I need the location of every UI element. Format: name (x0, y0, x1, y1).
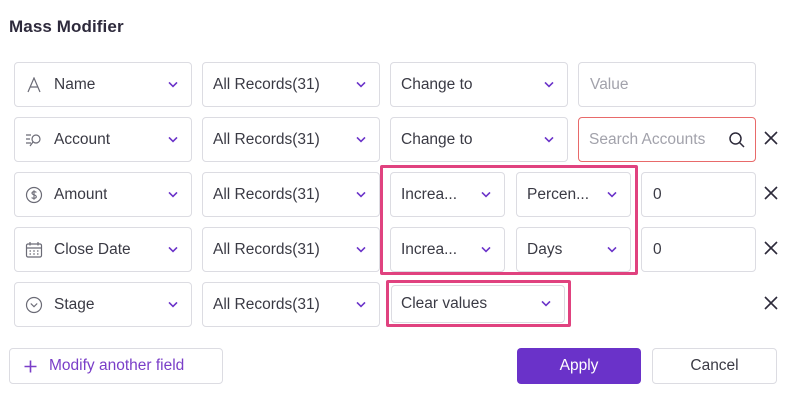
chevron-down-icon (606, 243, 618, 255)
close-date-value-input[interactable]: 0 (641, 227, 756, 272)
close-icon[interactable] (763, 295, 779, 311)
scope-select-account[interactable]: All Records(31) (202, 117, 380, 162)
field-select-close-date[interactable]: Close Date (14, 227, 192, 272)
value-input-name[interactable]: Value (578, 62, 756, 107)
chevron-down-icon (167, 298, 179, 310)
unit-select-amount[interactable]: Percen... (516, 172, 631, 217)
modify-another-field-button[interactable]: Modify another field (9, 348, 223, 384)
action-select-close-date[interactable]: Increa... (390, 227, 505, 272)
action-select-amount[interactable]: Increa... (390, 172, 505, 217)
chevron-down-icon (355, 243, 367, 255)
chevron-down-icon (167, 188, 179, 200)
close-icon[interactable] (763, 130, 779, 146)
chevron-down-icon (543, 133, 555, 145)
scope-select-stage[interactable]: All Records(31) (202, 282, 380, 327)
chevron-down-icon (543, 78, 555, 90)
plus-icon (24, 360, 37, 373)
action-select-name[interactable]: Change to (390, 62, 568, 107)
apply-button[interactable]: Apply (517, 348, 641, 384)
chevron-down-icon (167, 133, 179, 145)
chevron-down-icon (480, 188, 492, 200)
chevron-down-icon (606, 188, 618, 200)
chevron-down-icon (167, 78, 179, 90)
currency-icon (24, 185, 44, 205)
chevron-down-icon (355, 298, 367, 310)
amount-value-input[interactable]: 0 (641, 172, 756, 217)
dropdown-circle-icon (24, 295, 44, 315)
scope-select-amount[interactable]: All Records(31) (202, 172, 380, 217)
scope-select-name[interactable]: All Records(31) (202, 62, 380, 107)
account-search-input[interactable]: Search Accounts (578, 117, 756, 162)
text-icon (24, 75, 44, 95)
calendar-icon (24, 240, 44, 260)
page-title: Mass Modifier (9, 17, 124, 36)
chevron-down-icon (540, 297, 552, 309)
scope-select-close-date[interactable]: All Records(31) (202, 227, 380, 272)
field-select-account[interactable]: Account (14, 117, 192, 162)
lookup-icon (24, 130, 44, 150)
field-select-name[interactable]: Name (14, 62, 192, 107)
action-select-stage[interactable]: Clear values (391, 285, 565, 323)
cancel-button[interactable]: Cancel (652, 348, 777, 384)
chevron-down-icon (355, 78, 367, 90)
chevron-down-icon (480, 243, 492, 255)
search-icon[interactable] (728, 131, 746, 154)
chevron-down-icon (167, 243, 179, 255)
field-select-amount[interactable]: Amount (14, 172, 192, 217)
action-select-account[interactable]: Change to (390, 117, 568, 162)
field-select-stage[interactable]: Stage (14, 282, 192, 327)
unit-select-close-date[interactable]: Days (516, 227, 631, 272)
chevron-down-icon (355, 188, 367, 200)
chevron-down-icon (355, 133, 367, 145)
close-icon[interactable] (763, 240, 779, 256)
close-icon[interactable] (763, 185, 779, 201)
